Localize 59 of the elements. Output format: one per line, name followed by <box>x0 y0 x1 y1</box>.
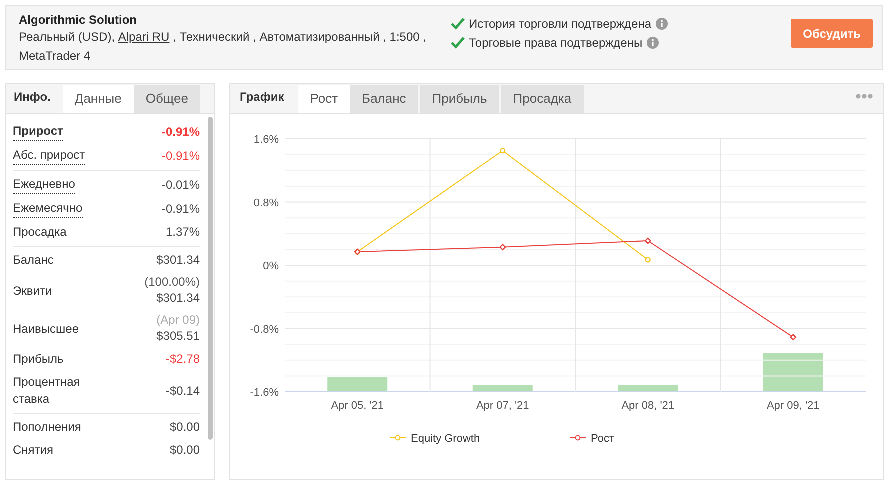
legend-label[interactable]: Equity Growth <box>411 433 480 445</box>
legend-label[interactable]: Рост <box>591 433 615 445</box>
broker-link[interactable]: Alpari RU <box>118 30 170 44</box>
data-point <box>645 257 651 263</box>
stat-label: Снятия <box>13 442 54 459</box>
info-icon[interactable] <box>646 36 659 48</box>
stat-note: (Apr 09) <box>156 313 200 328</box>
verification-text: Торговые права подтверждены <box>469 34 643 52</box>
stat-label: Просадка <box>13 224 67 241</box>
y-tick-label: 1.6% <box>254 134 279 146</box>
stat-value: 1.37% <box>166 224 200 241</box>
system-title: Algorithmic Solution <box>19 12 138 28</box>
tab[interactable]: Данные <box>62 85 134 113</box>
x-tick-label: Apr 09, '21 <box>766 400 820 412</box>
tab[interactable]: Просадка <box>501 85 584 113</box>
tab[interactable]: Прибыль <box>420 85 500 113</box>
legend-marker-icon <box>570 435 586 441</box>
stat-label: Процентная ставка <box>13 374 82 408</box>
y-tick-label: 0.8% <box>254 197 279 210</box>
stat-value: -0.91% <box>162 200 200 218</box>
more-icon[interactable] <box>856 94 873 99</box>
tab[interactable]: Рост <box>298 85 350 113</box>
x-tick-label: Apr 05, '21 <box>331 400 384 412</box>
stat-label: Пополнения <box>13 419 82 436</box>
data-point <box>790 334 797 341</box>
stat-label: Наивысшее <box>13 320 80 338</box>
stat-value: -$2.78 <box>166 351 200 368</box>
stat-value: -0.91% <box>162 124 200 140</box>
stat-label: Прибыль <box>13 351 64 368</box>
stat-value: $0.00 <box>170 419 200 436</box>
stat-label: Баланс <box>13 252 54 269</box>
tab[interactable]: Баланс <box>350 85 418 113</box>
stat-label: Прирост <box>13 123 64 141</box>
verification-text: История торговли подтверждена <box>469 16 652 32</box>
x-tick-label: Apr 07, '21 <box>476 400 530 412</box>
panel-title: График <box>240 89 284 106</box>
tab[interactable]: Общее <box>134 85 200 113</box>
data-point <box>644 238 652 244</box>
stat-value: -$0.14 <box>166 382 200 400</box>
stat-label: Ежемесячно <box>13 200 83 218</box>
scrollbar[interactable] <box>208 117 213 440</box>
x-tick-label: Apr 08, '21 <box>622 400 675 412</box>
info-icon[interactable] <box>656 18 668 30</box>
y-tick-label: -0.8% <box>250 324 279 336</box>
stat-value: -0.91% <box>162 148 200 164</box>
stat-label: Эквити <box>13 282 52 300</box>
legend-marker-icon <box>390 435 406 441</box>
stat-label: Абс. прирост <box>13 147 86 165</box>
panel-title: Инфо. <box>14 89 51 106</box>
stat-value: $305.51 <box>156 328 200 345</box>
stat-value: $301.34 <box>156 252 200 269</box>
y-tick-label: -1.6% <box>250 387 279 399</box>
stat-value: $301.34 <box>156 290 200 307</box>
stat-note: (100.00%) <box>144 275 200 290</box>
stat-label: Ежедневно <box>13 176 76 194</box>
stat-value: -0.01% <box>162 176 200 194</box>
account-details: Реальный (USD), Alpari RU , Технический , Автоматизированный , 1:500 , MetaTrader 4 <box>19 29 428 65</box>
y-tick-label: 0% <box>263 260 279 272</box>
stat-value: $0.00 <box>170 442 200 459</box>
